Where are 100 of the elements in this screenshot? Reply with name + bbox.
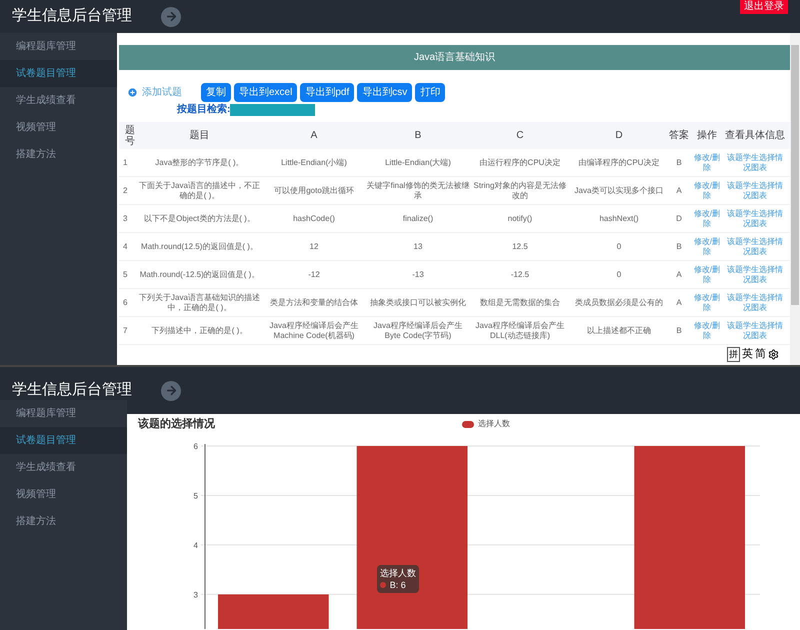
table-cell-text: D <box>675 214 683 224</box>
toolbar-button[interactable]: 复制 <box>201 83 231 102</box>
y-tick-label: 4 <box>194 540 199 550</box>
sidebar-item[interactable]: 学生成绩查看 <box>0 87 117 114</box>
table-cell-text: 5 <box>122 270 128 280</box>
table-link[interactable]: 修改/删除 <box>690 152 724 172</box>
toolbar-button[interactable]: 导出到csv <box>357 83 412 102</box>
table-cell-text: Java类可以实现多个接口 <box>574 186 664 196</box>
search-field[interactable] <box>230 104 316 116</box>
table-link[interactable]: 修改/删除 <box>690 292 724 312</box>
bar[interactable] <box>356 446 468 629</box>
sidebar-item[interactable]: 编程题库管理 <box>0 33 117 60</box>
table-cell-text: B <box>675 158 683 168</box>
table-link[interactable]: 修改/删除 <box>690 320 724 340</box>
table-cell-text: Java程序经编译后会产生DLL(动态链接库) <box>474 320 566 340</box>
table-cell-text: hashCode() <box>292 214 336 224</box>
table-cell-text: 12.5 <box>511 242 529 252</box>
sidebar-item[interactable]: 搭建方法 <box>0 508 127 535</box>
table-cell-text: 0 <box>616 270 622 280</box>
sidebar-item[interactable]: 视频管理 <box>0 114 117 141</box>
scrollbar[interactable] <box>790 33 800 365</box>
sidebar-item[interactable]: 编程题库管理 <box>0 400 127 427</box>
table-cell-text: 由编译程序的CPU决定 <box>578 158 660 168</box>
table-link[interactable]: 该题学生选择情况图表 <box>724 208 786 228</box>
table-cell-text: Java程序经编译后会产生Byte Code(字节码) <box>372 320 464 340</box>
table-link[interactable]: 该题学生选择情况图表 <box>724 264 786 284</box>
table-cell-text: finalize() <box>402 214 434 224</box>
table-cell-text: 以下不是Object类的方法是( )。 <box>143 214 256 224</box>
column-header: 答案 <box>668 130 690 141</box>
table-link[interactable]: 该题学生选择情况图表 <box>724 320 786 340</box>
toolbar-button[interactable]: 导出到excel <box>234 83 298 102</box>
column-header: D <box>614 130 624 141</box>
column-header: 题目 <box>188 130 210 141</box>
plus-icon <box>127 87 138 98</box>
column-header: C <box>515 130 525 141</box>
toolbar-button[interactable]: 打印 <box>415 83 446 102</box>
column-header: A <box>310 130 318 141</box>
chart-title: 该题的选择情况 <box>138 416 216 432</box>
legend-label: 选择人数 <box>478 418 510 430</box>
arrow-right-icon <box>164 10 178 23</box>
table-link[interactable]: 修改/删除 <box>690 180 724 200</box>
section-banner: Java语言基础知识 <box>119 45 790 70</box>
column-header: B <box>414 130 422 141</box>
arrow-button[interactable] <box>161 6 181 26</box>
table-cell-text: B <box>675 326 683 336</box>
table-cell-text: 以上描述都不正确 <box>586 326 652 336</box>
table-link[interactable]: 修改/删除 <box>690 208 724 228</box>
table-link[interactable]: 修改/删除 <box>690 264 724 284</box>
sidebar-item[interactable]: 视频管理 <box>0 481 127 508</box>
table-cell-text: Math.round(12.5)的返回值是( )。 <box>140 242 259 252</box>
table-cell-text: Little-Endian(大端) <box>384 158 452 168</box>
table-link[interactable]: 该题学生选择情况图表 <box>724 292 786 312</box>
table-cell-text: 下面关于Java语言的描述中，不正确的是( )。 <box>138 180 261 200</box>
table-cell-text: 12 <box>308 242 320 252</box>
settings-icon[interactable] <box>768 348 779 360</box>
table-cell-text: A <box>675 298 683 308</box>
logout-button[interactable]: 退出登录 <box>740 0 788 14</box>
arrow-right-icon <box>164 384 178 397</box>
table-cell-text: 7 <box>122 326 128 336</box>
sidebar-item[interactable]: 学生成绩查看 <box>0 454 127 481</box>
column-header: 题号 <box>124 124 136 146</box>
search-label: 按题目检索: <box>177 102 230 117</box>
table-cell-text: 下列描述中，正确的是( )。 <box>150 326 248 336</box>
app-title: 学生信息后台管理 <box>12 380 133 400</box>
ime-mode-label[interactable]: 英 <box>742 346 753 362</box>
table-cell-text: -12 <box>307 270 321 280</box>
table-cell-text: 抽象类或接口可以被实例化 <box>369 298 467 308</box>
table-cell-text: 4 <box>122 242 128 252</box>
table-cell-text: 13 <box>412 242 424 252</box>
table-cell-text: hashNext() <box>598 214 640 224</box>
table-link[interactable]: 修改/删除 <box>690 236 724 256</box>
table-cell-text: 由运行程序的CPU决定 <box>478 158 562 168</box>
ime-mode-label[interactable]: 拼 <box>727 346 740 362</box>
table-cell-text: Java程序经编译后会产生Machine Code(机器码) <box>268 320 360 340</box>
sidebar-item[interactable]: 试卷题目管理 <box>0 427 127 454</box>
table-link[interactable]: 该题学生选择情况图表 <box>724 152 786 172</box>
table-cell-text: String对象的内容是无法修改的 <box>472 180 568 200</box>
table-cell-text: 类成员数据必须是公有的 <box>574 298 664 308</box>
column-header: 查看具体信息 <box>724 130 786 141</box>
sidebar-item[interactable]: 搭建方法 <box>0 141 117 168</box>
y-tick-label: 6 <box>194 442 199 451</box>
toolbar-button[interactable]: 导出到pdf <box>300 83 354 102</box>
ime-mode-label[interactable]: 简 <box>755 346 766 362</box>
table-cell-text: 2 <box>122 186 128 196</box>
chart-tooltip: 选择人数 B: 6 <box>376 565 419 593</box>
grid-line: 6 <box>194 442 760 451</box>
arrow-button[interactable] <box>161 380 181 400</box>
table-cell-text: A <box>675 186 683 196</box>
table-cell-text: 0 <box>616 242 622 252</box>
legend-swatch[interactable] <box>462 420 474 428</box>
sidebar-item[interactable]: 试卷题目管理 <box>0 60 117 87</box>
add-question-link[interactable]: 添加试题 <box>127 85 182 100</box>
y-tick-label: 5 <box>194 491 199 500</box>
table-cell-text: Little-Endian(小端) <box>280 158 348 168</box>
table-cell-text: A <box>675 270 683 280</box>
table-link[interactable]: 该题学生选择情况图表 <box>724 236 786 256</box>
table-cell-text: 可以使用goto跳出循环 <box>273 186 355 196</box>
table-cell-text: Math.round(-12.5)的返回值是( )。 <box>138 270 260 280</box>
table-cell-text: 数组是无需数据的集合 <box>479 298 561 308</box>
table-link[interactable]: 该题学生选择情况图表 <box>724 180 786 200</box>
